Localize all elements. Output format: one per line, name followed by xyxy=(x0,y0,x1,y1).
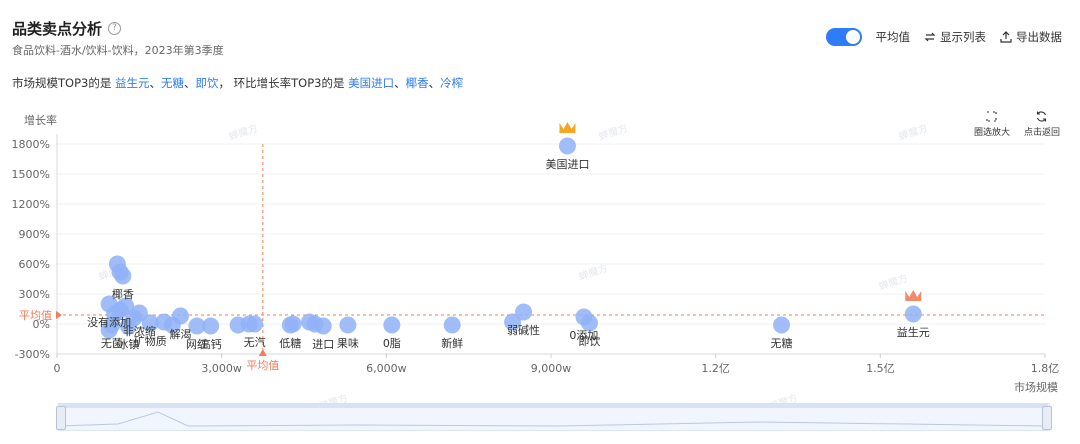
average-label-y: 平均值 xyxy=(19,309,52,322)
y-tick-label: 1800% xyxy=(12,138,50,151)
data-point xyxy=(108,255,126,273)
point-label: 弱碱性 xyxy=(507,323,540,337)
watermark: 蝉魔方 xyxy=(877,271,910,293)
point-label: 进口 xyxy=(312,338,334,351)
scatter-chart[interactable]: 蝉魔方蝉魔方蝉魔方蝉魔方蝉魔方蝉魔方蝉魔方蝉魔方1800%1500%1200%9… xyxy=(0,0,1080,444)
data-point xyxy=(558,137,576,155)
point-label: 低糖 xyxy=(279,336,301,350)
watermark: 蝉魔方 xyxy=(897,121,930,143)
y-axis-title: 增长率 xyxy=(24,113,57,127)
x-tick-label: 3,000w xyxy=(201,362,242,375)
point-label: 新鲜 xyxy=(441,336,463,350)
crown-icon xyxy=(559,122,576,133)
point-label: 无菌 xyxy=(101,337,123,350)
point-label: 益生元 xyxy=(897,325,930,339)
point-label: 0脂 xyxy=(383,336,401,350)
x-tick-label: 9,000w xyxy=(531,362,572,375)
average-marker-y xyxy=(56,311,62,319)
data-point xyxy=(904,305,922,323)
data-point xyxy=(383,316,401,334)
y-tick-label: -300% xyxy=(15,348,50,361)
point-label: 没有添加 xyxy=(87,315,131,329)
crown-icon xyxy=(905,290,922,301)
data-point xyxy=(300,313,318,331)
data-point xyxy=(443,316,461,334)
data-point xyxy=(339,316,357,334)
slider-preview xyxy=(58,411,1048,427)
point-label: 果味 xyxy=(337,337,359,350)
x-tick-label: 1.5亿 xyxy=(866,362,895,375)
slider-handle-right[interactable] xyxy=(1042,406,1052,430)
y-tick-label: 900% xyxy=(19,228,50,241)
point-label: 解渴 xyxy=(170,327,192,341)
x-tick-label: 6,000w xyxy=(366,362,407,375)
point-label: 美国进口 xyxy=(545,158,589,171)
data-point xyxy=(281,316,299,334)
x-tick-label: 0 xyxy=(54,362,61,375)
slider-handle-left[interactable] xyxy=(56,406,66,430)
data-point xyxy=(229,316,247,334)
y-tick-label: 300% xyxy=(19,288,50,301)
point-label: 无汽 xyxy=(244,335,266,349)
point-label: 0添加 xyxy=(569,328,598,342)
watermark: 蝉魔方 xyxy=(227,121,260,143)
data-point xyxy=(575,308,593,326)
x-tick-label: 1.8亿 xyxy=(1031,362,1060,375)
y-tick-label: 1200% xyxy=(12,198,50,211)
x-axis-title: 市场规模 xyxy=(1014,380,1058,394)
average-label-x: 平均值 xyxy=(246,359,279,372)
x-tick-label: 1.2亿 xyxy=(701,362,730,375)
y-tick-label: 600% xyxy=(19,258,50,271)
point-label: 无糖 xyxy=(771,336,793,350)
average-marker-x xyxy=(258,349,267,356)
point-label: 椰香 xyxy=(112,287,134,301)
watermark: 蝉魔方 xyxy=(597,121,630,143)
data-point xyxy=(773,316,791,334)
y-tick-label: 1500% xyxy=(12,168,50,181)
